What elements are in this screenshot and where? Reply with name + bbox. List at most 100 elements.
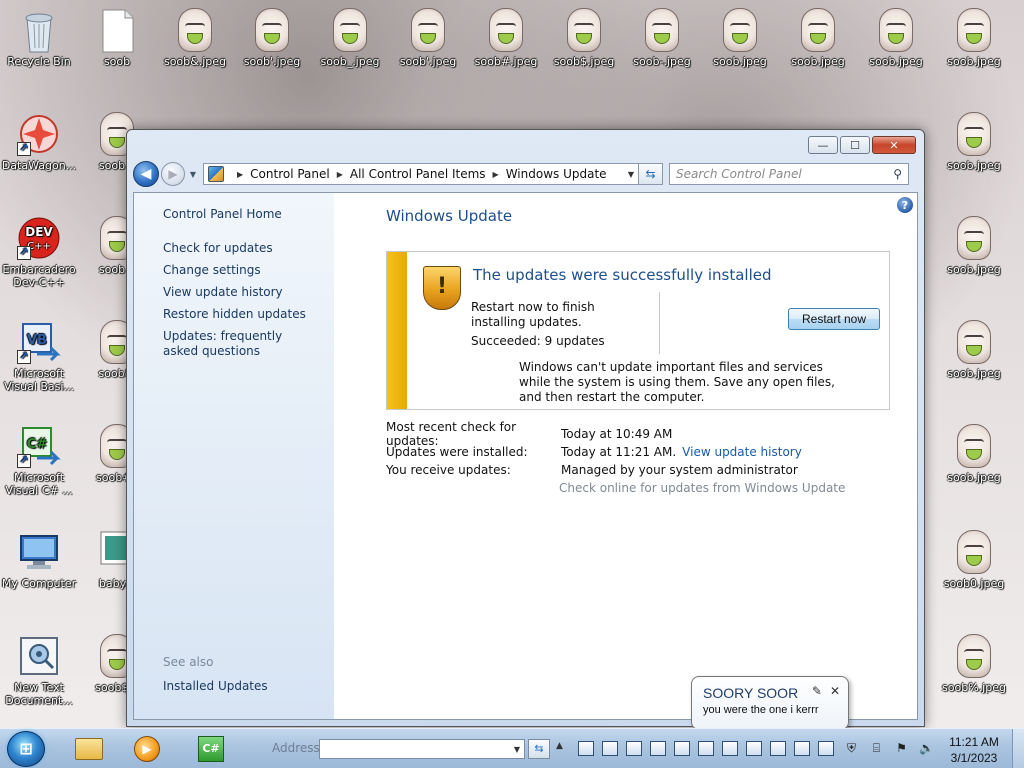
desktop-file-jpeg[interactable]: soob.jpeg <box>936 8 1012 68</box>
desktop-file-jpeg[interactable]: soob$.jpeg <box>546 8 622 68</box>
shortcut-arrow-icon: ↗ <box>17 454 31 468</box>
breadcrumb-all-items[interactable]: All Control Panel Items <box>350 167 486 181</box>
address-toolbar-input[interactable]: ▼ <box>319 739 525 759</box>
desktop-icon-label: Recycle Bin <box>7 55 71 68</box>
desktop-icon-datawagon[interactable]: ↗ DataWagon... <box>1 112 77 172</box>
chevron-down-icon[interactable]: ▼ <box>514 745 520 754</box>
document-icon <box>95 8 139 53</box>
warning-shield-icon: ! <box>423 266 461 310</box>
action-center-flag-icon[interactable]: ⚑ <box>893 740 910 757</box>
desktop-file-jpeg[interactable]: soob.jpeg <box>780 8 856 68</box>
window-icon[interactable] <box>626 741 642 756</box>
maximize-button[interactable]: ☐ <box>840 136 870 154</box>
address-bar[interactable]: ▶ Control Panel ▶ All Control Panel Item… <box>203 163 639 185</box>
window-icon[interactable] <box>794 741 810 756</box>
jpeg-thumbnail-icon <box>874 8 918 52</box>
window-icon[interactable] <box>746 741 762 756</box>
taskbar-media-player[interactable]: ▶ <box>120 733 174 765</box>
desktop-icon-devcpp[interactable]: DEV C++ ↗ Embarcadero Dev-C++ <box>1 216 77 289</box>
control-panel-home-link[interactable]: Control Panel Home <box>163 207 334 221</box>
desktop-file-jpeg[interactable]: soob_.jpeg <box>312 8 388 68</box>
wrench-icon[interactable]: ✎ <box>812 684 822 698</box>
volume-icon[interactable]: 🔈 <box>918 740 935 757</box>
breadcrumb-arrow-icon[interactable]: ▶ <box>337 170 343 179</box>
back-button[interactable]: ◀ <box>133 161 159 187</box>
check-for-updates-link[interactable]: Check for updates <box>163 241 313 256</box>
taskbar-visual-csharp[interactable]: C# <box>184 733 238 765</box>
desktop-file-jpeg[interactable]: soob.jpeg <box>936 424 1012 484</box>
close-button[interactable]: ✕ <box>872 136 916 154</box>
update-status-panel: ! The updates were successfully installe… <box>386 251 890 410</box>
breadcrumb-windows-update[interactable]: Windows Update <box>506 167 607 181</box>
notification-balloon[interactable]: SOORY SOOR you were the one i kerrr ✎ ✕ <box>691 676 849 730</box>
window-icon[interactable] <box>578 741 594 756</box>
window-icon[interactable] <box>722 741 738 756</box>
desktop-icon-label: soob.jpeg <box>947 471 1001 484</box>
desktop-icon-visual-basic[interactable]: VB ↗ Microsoft Visual Basi... <box>1 320 77 393</box>
desktop-file-jpeg[interactable]: soob.jpeg <box>936 112 1012 172</box>
desktop-icon-recycle-bin[interactable]: Recycle Bin <box>1 8 77 68</box>
update-shield-icon[interactable]: ⛨ <box>843 740 860 757</box>
status-title: The updates were successfully installed <box>473 266 772 284</box>
desktop-file-jpeg[interactable]: soob.jpeg <box>702 8 778 68</box>
breadcrumb-arrow-icon: ▶ <box>237 169 244 179</box>
restart-now-button[interactable]: Restart now <box>788 308 880 330</box>
search-input[interactable]: Search Control Panel ⚲ <box>669 163 909 185</box>
window-icon[interactable] <box>698 741 714 756</box>
desktop-file-jpeg[interactable]: soob%.jpeg <box>936 634 1012 694</box>
maximize-icon: ☐ <box>850 138 860 152</box>
desktop-file-jpeg[interactable]: soob0.jpeg <box>936 530 1012 590</box>
system-clock[interactable]: 11:21 AM 3/1/2023 <box>946 734 1002 766</box>
desktop-file-jpeg[interactable]: soob.jpeg <box>936 320 1012 380</box>
desktop-file-jpeg[interactable]: soob.jpeg <box>936 216 1012 276</box>
view-update-history-inline-link[interactable]: View update history <box>682 445 802 459</box>
minimize-button[interactable]: — <box>808 136 838 154</box>
chevron-down-icon: ▼ <box>189 169 197 179</box>
desktop-icon-new-text-document[interactable]: New Text Document... <box>1 634 77 707</box>
chevron-down-icon[interactable]: ▼ <box>628 170 634 179</box>
text-document-icon <box>17 634 61 678</box>
window-icon[interactable] <box>650 741 666 756</box>
help-icon[interactable]: ? <box>897 197 913 213</box>
address-go-button[interactable]: ⇆ <box>528 739 550 759</box>
show-desktop-button[interactable] <box>1012 729 1024 768</box>
back-arrow-icon: ◀ <box>140 166 152 182</box>
desktop-icon-label: Microsoft Visual Basi... <box>4 367 74 393</box>
info-row: You receive updates: Managed by your sys… <box>386 461 917 479</box>
window-icon[interactable] <box>770 741 786 756</box>
desktop-file-jpeg[interactable]: soob-.jpeg <box>624 8 700 68</box>
status-accent-bar <box>387 252 407 409</box>
show-hidden-icons-button[interactable]: ▲ <box>556 741 563 751</box>
main-pane: ? Windows Update ! The updates were succ… <box>334 193 917 719</box>
go-arrow-icon: ⇆ <box>534 742 544 755</box>
desktop-icon-visual-csharp[interactable]: C# ↗ Microsoft Visual C# ... <box>1 424 77 497</box>
restore-hidden-updates-link[interactable]: Restore hidden updates <box>163 307 313 322</box>
breadcrumb-arrow-icon[interactable]: ▶ <box>493 170 499 179</box>
window-icon[interactable] <box>818 741 834 756</box>
folder-icon <box>75 738 103 760</box>
network-icon[interactable]: ⌸ <box>868 740 885 757</box>
window-icon[interactable] <box>602 741 618 756</box>
desktop-file-jpeg[interactable]: soob&.jpeg <box>157 8 233 68</box>
svg-text:VB: VB <box>27 333 47 348</box>
installed-updates-link[interactable]: Installed Updates <box>163 679 268 693</box>
desktop-file-soob[interactable]: soob <box>79 8 155 68</box>
forward-button[interactable]: ▶ <box>161 162 185 186</box>
window-icon[interactable] <box>674 741 690 756</box>
breadcrumb-control-panel[interactable]: Control Panel <box>250 167 330 181</box>
check-online-link[interactable]: Check online for updates from Windows Up… <box>386 479 917 497</box>
updates-faq-link[interactable]: Updates: frequently asked questions <box>163 329 313 359</box>
taskbar-explorer[interactable] <box>62 733 116 765</box>
search-icon[interactable]: ⚲ <box>893 167 902 181</box>
close-icon[interactable]: ✕ <box>830 684 840 698</box>
view-update-history-link[interactable]: View update history <box>163 285 313 300</box>
refresh-button[interactable]: ⇆ <box>639 163 663 185</box>
recent-pages-dropdown[interactable]: ▼ <box>187 170 199 179</box>
desktop-file-jpeg[interactable]: soob.jpeg <box>858 8 934 68</box>
desktop-file-jpeg[interactable]: soob'.jpeg <box>390 8 466 68</box>
desktop-file-jpeg[interactable]: soob#.jpeg <box>468 8 544 68</box>
desktop-icon-my-computer[interactable]: My Computer <box>1 530 77 590</box>
start-button[interactable]: ⊞ <box>7 731 45 767</box>
desktop-file-jpeg[interactable]: soob'.jpeg <box>234 8 310 68</box>
change-settings-link[interactable]: Change settings <box>163 263 313 278</box>
